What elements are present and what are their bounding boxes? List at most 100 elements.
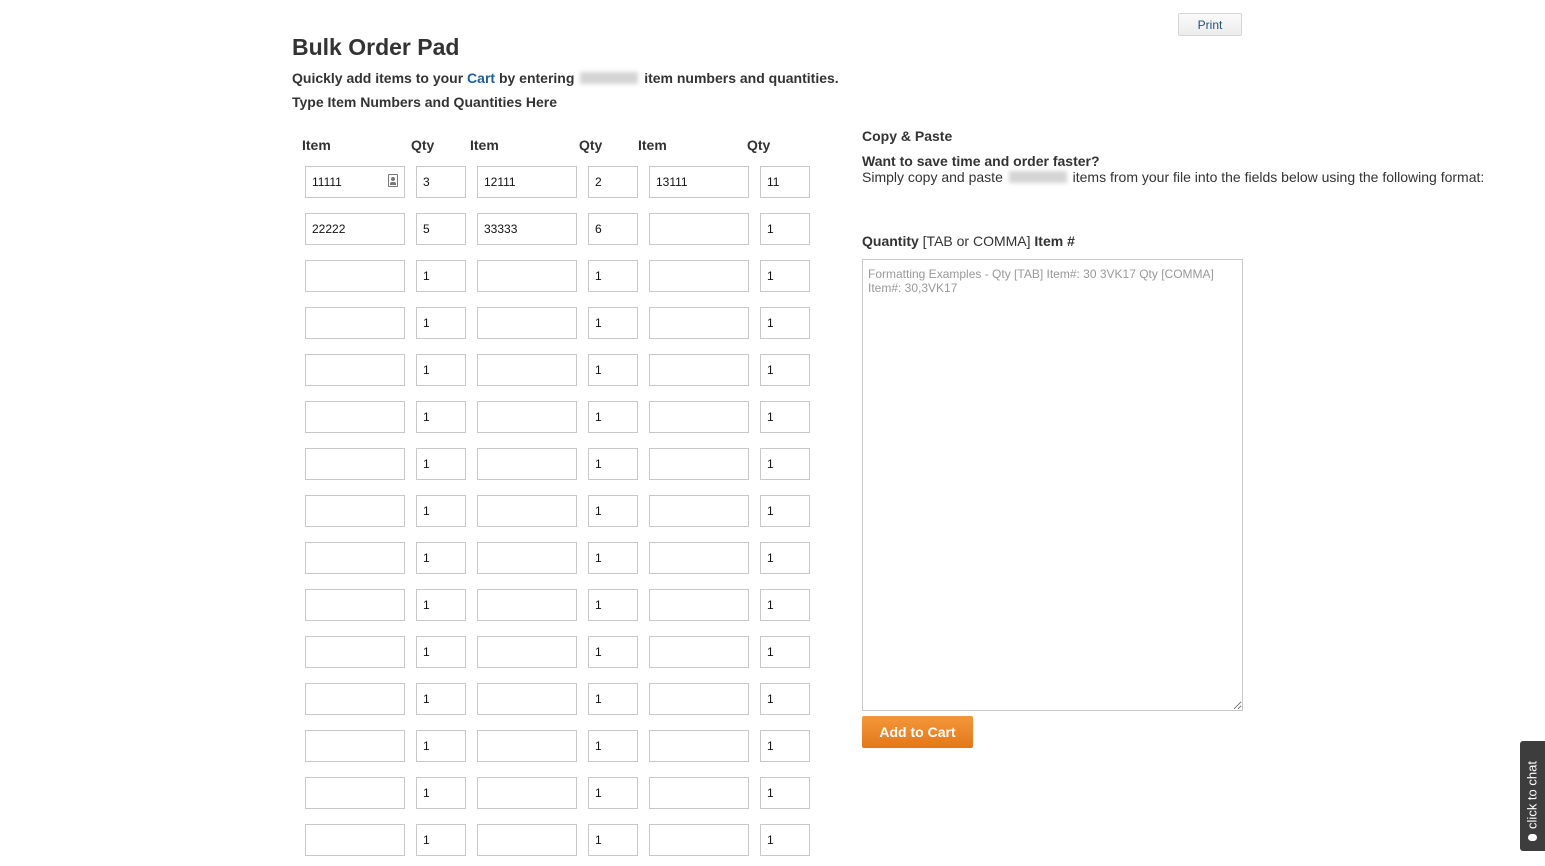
quantity-input[interactable]	[416, 354, 466, 386]
quantity-input[interactable]	[416, 260, 466, 292]
click-to-chat-tab[interactable]: click to chat	[1520, 741, 1545, 851]
item-number-input[interactable]	[477, 589, 577, 621]
item-number-input[interactable]	[649, 824, 749, 856]
quantity-input[interactable]	[760, 542, 810, 574]
item-number-input[interactable]	[477, 542, 577, 574]
item-number-input[interactable]	[305, 730, 405, 762]
quantity-input[interactable]	[588, 307, 638, 339]
quantity-input[interactable]	[588, 213, 638, 245]
item-number-input[interactable]	[477, 636, 577, 668]
item-number-input[interactable]	[649, 495, 749, 527]
item-number-input[interactable]	[649, 354, 749, 386]
item-number-input[interactable]	[477, 354, 577, 386]
quantity-input[interactable]	[588, 777, 638, 809]
item-number-input[interactable]	[649, 542, 749, 574]
item-number-input[interactable]	[649, 777, 749, 809]
quantity-input[interactable]	[760, 636, 810, 668]
format-item-label: Item #	[1034, 233, 1075, 249]
quantity-input[interactable]	[416, 401, 466, 433]
quantity-input[interactable]	[416, 542, 466, 574]
quantity-input[interactable]	[416, 213, 466, 245]
item-number-input[interactable]	[477, 683, 577, 715]
quantity-input[interactable]	[588, 448, 638, 480]
blurred-brand-name	[1008, 171, 1067, 183]
quantity-input[interactable]	[588, 824, 638, 856]
contact-card-icon[interactable]	[388, 174, 398, 187]
quantity-input[interactable]	[588, 495, 638, 527]
quantity-input[interactable]	[416, 448, 466, 480]
item-number-input[interactable]	[477, 166, 577, 198]
quantity-input[interactable]	[760, 166, 810, 198]
quantity-input[interactable]	[760, 213, 810, 245]
quantity-input[interactable]	[416, 166, 466, 198]
item-number-input[interactable]	[649, 307, 749, 339]
quantity-input[interactable]	[760, 260, 810, 292]
quantity-input[interactable]	[588, 542, 638, 574]
item-number-input[interactable]	[649, 260, 749, 292]
quantity-input[interactable]	[760, 448, 810, 480]
quantity-input[interactable]	[416, 730, 466, 762]
item-number-input[interactable]	[305, 354, 405, 386]
quantity-input[interactable]	[760, 307, 810, 339]
item-number-input[interactable]	[477, 777, 577, 809]
quantity-input[interactable]	[588, 354, 638, 386]
print-button[interactable]: Print	[1178, 13, 1242, 36]
item-number-input[interactable]	[305, 401, 405, 433]
copy-paste-description: Want to save time and order faster? Simp…	[862, 153, 1484, 185]
quantity-input[interactable]	[588, 730, 638, 762]
item-number-input[interactable]	[649, 213, 749, 245]
item-number-input[interactable]	[305, 824, 405, 856]
item-number-input[interactable]	[305, 448, 405, 480]
quantity-input[interactable]	[588, 401, 638, 433]
quantity-input[interactable]	[588, 589, 638, 621]
item-number-input[interactable]	[649, 730, 749, 762]
quantity-input[interactable]	[416, 683, 466, 715]
item-number-input[interactable]	[649, 683, 749, 715]
item-number-input[interactable]	[477, 495, 577, 527]
quantity-input[interactable]	[760, 589, 810, 621]
item-column-header: Item	[470, 137, 499, 153]
item-number-input[interactable]	[305, 683, 405, 715]
item-number-input[interactable]	[305, 589, 405, 621]
item-number-input[interactable]	[477, 213, 577, 245]
quantity-input[interactable]	[416, 636, 466, 668]
quantity-input[interactable]	[416, 589, 466, 621]
paste-textarea[interactable]	[862, 259, 1243, 711]
quantity-input[interactable]	[760, 730, 810, 762]
item-number-input[interactable]	[477, 448, 577, 480]
quantity-input[interactable]	[760, 683, 810, 715]
cart-link[interactable]: Cart	[467, 70, 495, 86]
item-number-input[interactable]	[649, 636, 749, 668]
add-to-cart-button[interactable]: Add to Cart	[862, 716, 973, 748]
quantity-input[interactable]	[416, 495, 466, 527]
item-number-input[interactable]	[305, 542, 405, 574]
item-number-input[interactable]	[477, 307, 577, 339]
quantity-input[interactable]	[588, 636, 638, 668]
item-number-input[interactable]	[649, 401, 749, 433]
quantity-input[interactable]	[416, 777, 466, 809]
quantity-input[interactable]	[760, 777, 810, 809]
quantity-input[interactable]	[588, 260, 638, 292]
item-number-input[interactable]	[305, 260, 405, 292]
quantity-input[interactable]	[588, 683, 638, 715]
quantity-input[interactable]	[588, 166, 638, 198]
item-number-input[interactable]	[649, 589, 749, 621]
item-number-input[interactable]	[305, 213, 405, 245]
item-number-input[interactable]	[477, 260, 577, 292]
item-number-input[interactable]	[305, 636, 405, 668]
item-number-input[interactable]	[477, 824, 577, 856]
item-number-input[interactable]	[649, 448, 749, 480]
item-number-input[interactable]	[305, 777, 405, 809]
item-number-input[interactable]	[305, 495, 405, 527]
chat-label: click to chat	[1524, 761, 1540, 829]
quantity-input[interactable]	[760, 824, 810, 856]
quantity-input[interactable]	[416, 824, 466, 856]
item-number-input[interactable]	[649, 166, 749, 198]
quantity-input[interactable]	[416, 307, 466, 339]
quantity-input[interactable]	[760, 401, 810, 433]
item-number-input[interactable]	[477, 730, 577, 762]
quantity-input[interactable]	[760, 495, 810, 527]
quantity-input[interactable]	[760, 354, 810, 386]
item-number-input[interactable]	[477, 401, 577, 433]
item-number-input[interactable]	[305, 307, 405, 339]
